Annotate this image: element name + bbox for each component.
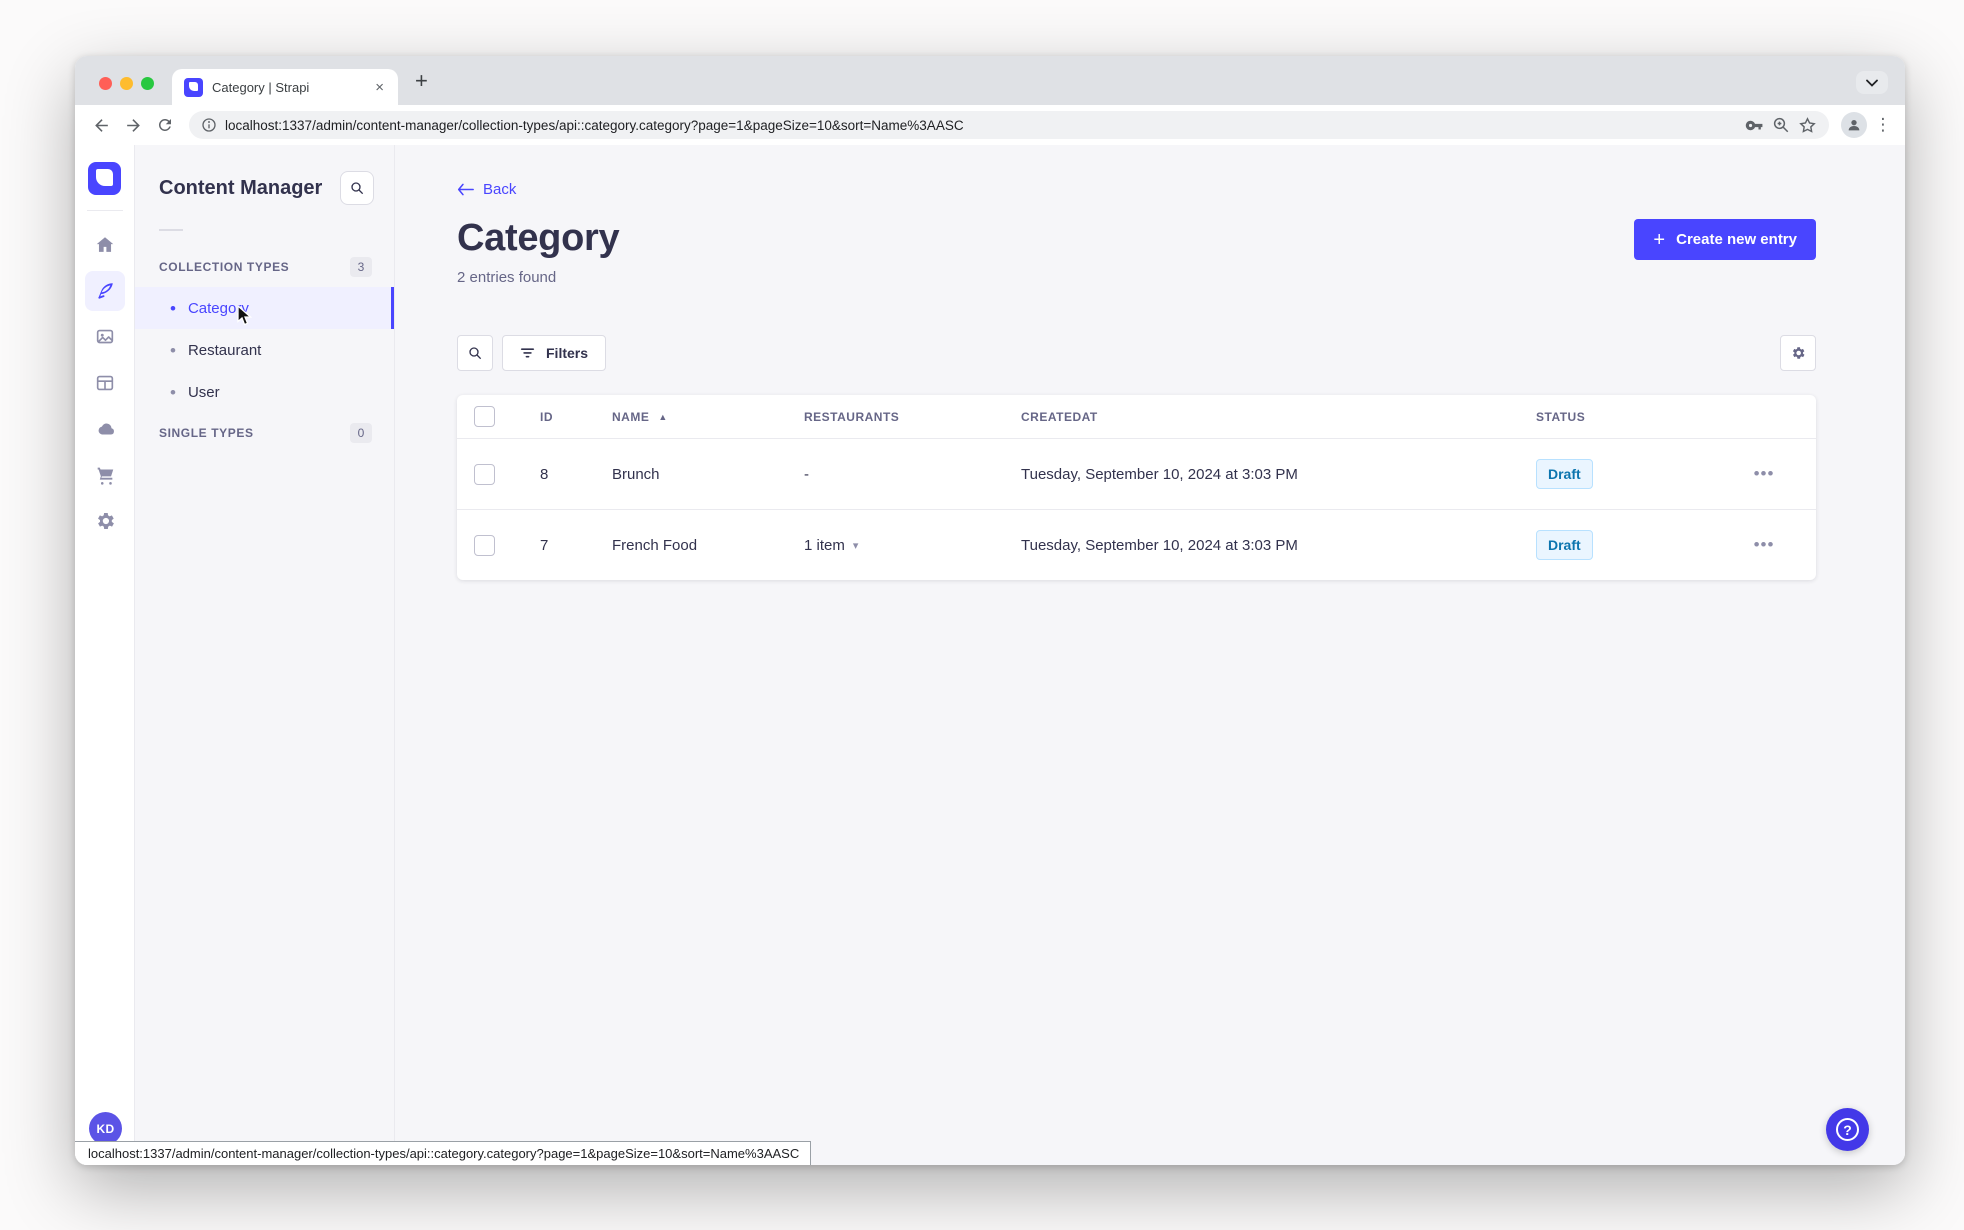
- zoom-page-icon[interactable]: [1772, 116, 1790, 134]
- main-content: Back Category 2 entries found + Create n…: [395, 145, 1905, 1165]
- table-row[interactable]: 7 French Food 1 item ▾ Tuesday, Septembe…: [457, 509, 1816, 580]
- back-link[interactable]: Back: [457, 181, 516, 198]
- close-window-button[interactable]: [99, 77, 112, 90]
- cell-restaurants: -: [804, 465, 809, 483]
- subnav-search-button[interactable]: [340, 171, 374, 205]
- bullet-icon: •: [170, 382, 176, 402]
- help-button[interactable]: ?: [1826, 1108, 1869, 1151]
- create-new-entry-button[interactable]: + Create new entry: [1634, 219, 1816, 260]
- filter-icon: [520, 348, 535, 358]
- table-header-row: ID NAME ▲ RESTAURANTS CREATEDAT STATUS: [457, 395, 1816, 438]
- tab-strip: Category | Strapi × +: [75, 56, 1905, 105]
- browser-profile-avatar[interactable]: [1841, 112, 1867, 138]
- entries-count-text: 2 entries found: [457, 269, 557, 286]
- browser-toolbar: localhost:1337/admin/content-manager/col…: [75, 105, 1905, 145]
- section-label: SINGLE TYPES: [159, 426, 254, 440]
- table-action-bar: Filters: [457, 335, 1816, 371]
- section-label: COLLECTION TYPES: [159, 260, 290, 274]
- content-manager-subnav: Content Manager COLLECTION TYPES 3 • Cat…: [135, 145, 395, 1165]
- column-header-id[interactable]: ID: [540, 410, 612, 424]
- row-actions-menu-icon[interactable]: •••: [1754, 464, 1775, 484]
- search-entries-button[interactable]: [457, 335, 493, 371]
- row-actions-menu-icon[interactable]: •••: [1754, 535, 1775, 555]
- close-tab-icon[interactable]: ×: [373, 80, 386, 95]
- sidebar-item-category[interactable]: • Category: [135, 287, 394, 329]
- column-header-name[interactable]: NAME ▲: [612, 410, 804, 424]
- status-url-text: localhost:1337/admin/content-manager/col…: [88, 1146, 800, 1161]
- tab-search-chevron-icon[interactable]: [1856, 71, 1888, 94]
- forward-navigation-icon[interactable]: [117, 109, 149, 141]
- collection-types-section-header: COLLECTION TYPES 3: [135, 247, 394, 287]
- back-label: Back: [483, 181, 517, 198]
- home-icon[interactable]: [85, 225, 125, 265]
- password-manager-key-icon[interactable]: [1745, 116, 1764, 135]
- fullscreen-window-button[interactable]: [141, 77, 154, 90]
- plus-icon: +: [1653, 228, 1666, 251]
- column-header-restaurants[interactable]: RESTAURANTS: [804, 410, 1021, 424]
- url-text[interactable]: localhost:1337/admin/content-manager/col…: [225, 118, 1737, 133]
- cell-name: French Food: [612, 536, 698, 554]
- column-header-status[interactable]: STATUS: [1536, 410, 1712, 424]
- content-type-builder-icon[interactable]: [85, 363, 125, 403]
- content-manager-feather-icon[interactable]: [84, 271, 125, 311]
- sidebar-item-restaurant[interactable]: • Restaurant: [135, 329, 394, 371]
- filters-label: Filters: [546, 345, 589, 361]
- section-count-badge: 0: [350, 423, 372, 443]
- media-library-icon[interactable]: [85, 317, 125, 357]
- site-info-icon[interactable]: [201, 117, 217, 133]
- settings-gear-icon[interactable]: [85, 501, 125, 541]
- strapi-logo-icon[interactable]: [88, 162, 121, 195]
- bullet-icon: •: [170, 298, 176, 318]
- browser-window: Category | Strapi × + localhost:1337/adm…: [75, 56, 1905, 1165]
- sidebar-item-label: User: [187, 383, 220, 401]
- url-bar[interactable]: localhost:1337/admin/content-manager/col…: [189, 111, 1829, 139]
- new-tab-button[interactable]: +: [415, 70, 428, 92]
- mouse-cursor: [237, 305, 254, 327]
- bullet-icon: •: [170, 340, 176, 360]
- browser-tab[interactable]: Category | Strapi ×: [172, 69, 398, 105]
- rail-divider: [86, 210, 123, 211]
- subnav-title: Content Manager: [159, 176, 323, 199]
- entries-table: ID NAME ▲ RESTAURANTS CREATEDAT STATUS 8…: [457, 395, 1816, 580]
- cell-id: 7: [540, 536, 549, 554]
- chevron-down-icon: ▾: [852, 539, 859, 552]
- tab-title: Category | Strapi: [212, 79, 310, 95]
- minimize-window-button[interactable]: [120, 77, 133, 90]
- create-button-label: Create new entry: [1676, 231, 1797, 248]
- strapi-admin-app: KD Content Manager COLLECTION TYPES 3 • …: [75, 145, 1905, 1165]
- bookmark-star-icon[interactable]: [1798, 116, 1817, 135]
- column-header-createdat[interactable]: CREATEDAT: [1021, 410, 1536, 424]
- cell-restaurants[interactable]: 1 item ▾: [804, 537, 1021, 554]
- back-navigation-icon[interactable]: [85, 109, 117, 141]
- select-all-checkbox[interactable]: [474, 406, 495, 427]
- cell-createdat: Tuesday, September 10, 2024 at 3:03 PM: [1021, 536, 1298, 554]
- page-title: Category: [457, 217, 620, 259]
- strapi-favicon-icon: [184, 77, 203, 97]
- subnav-divider: [159, 229, 183, 231]
- status-badge: Draft: [1536, 459, 1593, 489]
- cell-name: Brunch: [612, 465, 660, 483]
- marketplace-cart-icon[interactable]: [85, 455, 125, 495]
- cell-id: 8: [540, 465, 549, 483]
- deploy-cloud-icon[interactable]: [85, 409, 125, 449]
- sidebar-item-user[interactable]: • User: [135, 371, 394, 413]
- sidebar-item-label: Restaurant: [187, 341, 262, 359]
- table-row[interactable]: 8 Brunch - Tuesday, September 10, 2024 a…: [457, 438, 1816, 509]
- cell-createdat: Tuesday, September 10, 2024 at 3:03 PM: [1021, 465, 1298, 483]
- row-checkbox[interactable]: [474, 463, 495, 485]
- question-mark-icon: ?: [1836, 1118, 1859, 1141]
- row-checkbox[interactable]: [474, 534, 495, 556]
- filters-button[interactable]: Filters: [502, 335, 607, 371]
- window-controls: [99, 77, 154, 90]
- sort-ascending-icon: ▲: [658, 411, 668, 422]
- link-preview-status-bar: localhost:1337/admin/content-manager/col…: [75, 1141, 812, 1165]
- section-count-badge: 3: [350, 257, 372, 277]
- reload-icon[interactable]: [149, 109, 181, 141]
- single-types-section-header: SINGLE TYPES 0: [135, 413, 394, 453]
- status-badge: Draft: [1536, 530, 1593, 560]
- main-navigation-rail: KD: [75, 145, 135, 1165]
- table-settings-gear-button[interactable]: [1780, 335, 1816, 371]
- browser-menu-icon[interactable]: ⋮: [1871, 115, 1895, 135]
